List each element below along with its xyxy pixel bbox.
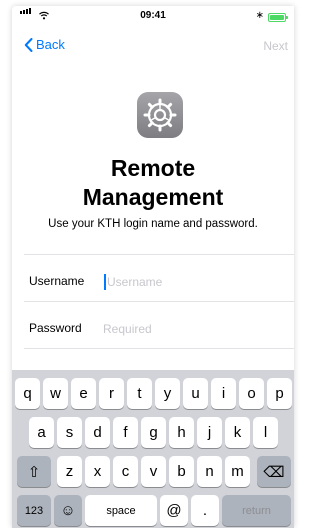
back-button-label: Back — [36, 37, 65, 52]
key-d[interactable]: d — [85, 417, 110, 448]
dot-key[interactable]: . — [191, 495, 219, 526]
key-z[interactable]: z — [57, 456, 82, 487]
key-q[interactable]: q — [15, 378, 40, 409]
page-title: Remote Management — [12, 154, 294, 212]
on-screen-keyboard: qwertyuiop asdfghjkl ⇧ zxcvbnm ⌫ 123 ☺ s… — [12, 370, 294, 528]
key-x[interactable]: x — [85, 456, 110, 487]
next-button[interactable]: Next — [263, 39, 288, 53]
delete-icon: ⌫ — [263, 463, 285, 481]
key-n[interactable]: n — [197, 456, 222, 487]
divider — [24, 301, 294, 302]
key-l[interactable]: l — [253, 417, 278, 448]
status-bar: 09:41 ∗ — [12, 6, 294, 26]
return-key[interactable]: return — [222, 495, 291, 526]
password-label: Password — [29, 321, 82, 335]
status-time: 09:41 — [140, 10, 166, 21]
key-w[interactable]: w — [43, 378, 68, 409]
settings-gear-icon — [137, 92, 183, 138]
key-s[interactable]: s — [57, 417, 82, 448]
key-u[interactable]: u — [183, 378, 208, 409]
key-i[interactable]: i — [211, 378, 236, 409]
emoji-key[interactable]: ☺ — [54, 495, 82, 526]
key-j[interactable]: j — [197, 417, 222, 448]
title-line-2: Management — [82, 184, 224, 210]
battery-icon — [268, 13, 288, 22]
key-a[interactable]: a — [29, 417, 54, 448]
key-e[interactable]: e — [71, 378, 96, 409]
page-subtitle: Use your KTH login name and password. — [48, 218, 258, 230]
key-b[interactable]: b — [169, 456, 194, 487]
divider — [24, 348, 294, 349]
key-m[interactable]: m — [225, 456, 250, 487]
key-v[interactable]: v — [141, 456, 166, 487]
emoji-icon: ☺ — [60, 502, 76, 519]
key-r[interactable]: r — [99, 378, 124, 409]
key-g[interactable]: g — [141, 417, 166, 448]
username-label: Username — [29, 274, 85, 288]
key-k[interactable]: k — [225, 417, 250, 448]
shift-key[interactable]: ⇧ — [17, 456, 51, 487]
text-caret — [104, 274, 106, 290]
title-line-1: Remote — [110, 155, 196, 181]
chevron-left-icon — [24, 37, 33, 52]
bluetooth-icon: ∗ — [255, 10, 264, 21]
key-h[interactable]: h — [169, 417, 194, 448]
username-input[interactable] — [103, 272, 277, 292]
shift-icon: ⇧ — [27, 463, 41, 481]
key-f[interactable]: f — [113, 417, 138, 448]
key-y[interactable]: y — [155, 378, 180, 409]
space-key[interactable]: space — [85, 495, 157, 526]
at-key[interactable]: @ — [160, 495, 188, 526]
key-p[interactable]: p — [267, 378, 292, 409]
key-c[interactable]: c — [113, 456, 138, 487]
back-button[interactable]: Back — [24, 37, 65, 52]
delete-key[interactable]: ⌫ — [257, 456, 291, 487]
numbers-key[interactable]: 123 — [17, 495, 51, 526]
key-t[interactable]: t — [127, 378, 152, 409]
password-input[interactable] — [103, 319, 273, 339]
key-o[interactable]: o — [239, 378, 264, 409]
phone-screen: 09:41 ∗ Back Next Remote Management Use … — [12, 6, 294, 528]
divider — [24, 254, 294, 255]
